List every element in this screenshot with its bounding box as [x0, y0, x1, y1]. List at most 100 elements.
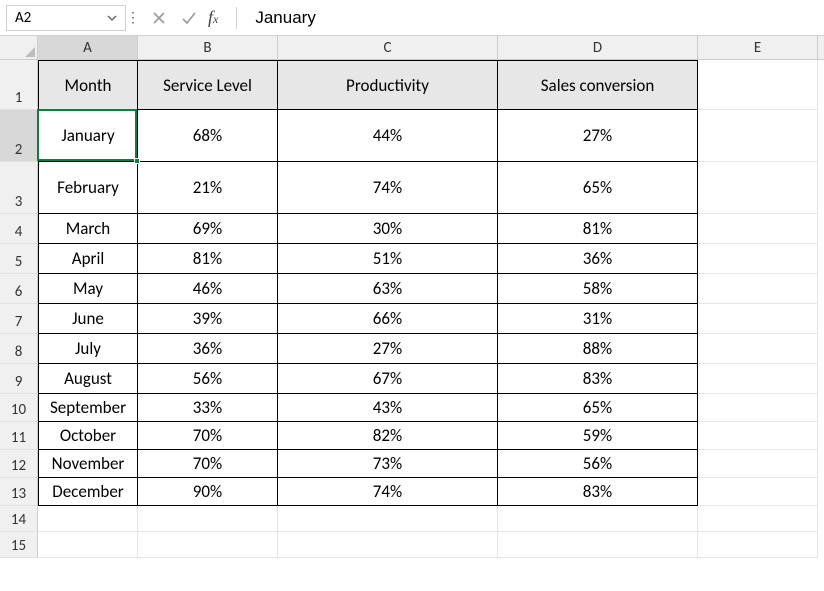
- cell-E10[interactable]: [698, 394, 818, 422]
- cell-E1[interactable]: [698, 60, 818, 110]
- cell-D7[interactable]: 31%: [498, 304, 698, 334]
- cell-D11[interactable]: 59%: [498, 422, 698, 450]
- cell-B2[interactable]: 68%: [138, 110, 278, 162]
- cell-C9[interactable]: 67%: [278, 364, 498, 394]
- row-header[interactable]: 6: [0, 274, 38, 304]
- cancel-icon[interactable]: [148, 7, 170, 29]
- formula-input[interactable]: [247, 5, 824, 31]
- cell-C1[interactable]: Productivity: [278, 60, 498, 110]
- cell-E14[interactable]: [698, 506, 818, 532]
- cell-A6[interactable]: May: [38, 274, 138, 304]
- vertical-dots-icon[interactable]: ⋮: [126, 9, 138, 26]
- col-header-D[interactable]: D: [498, 36, 698, 59]
- cell-D15[interactable]: [498, 532, 698, 558]
- cell-A9[interactable]: August: [38, 364, 138, 394]
- name-box[interactable]: A2: [6, 5, 126, 31]
- cell-D1[interactable]: Sales conversion: [498, 60, 698, 110]
- row-header[interactable]: 7: [0, 304, 38, 334]
- cell-C12[interactable]: 73%: [278, 450, 498, 478]
- row-header[interactable]: 15: [0, 532, 38, 558]
- chevron-down-icon[interactable]: [107, 13, 117, 23]
- cell-D4[interactable]: 81%: [498, 214, 698, 244]
- cell-E2[interactable]: [698, 110, 818, 162]
- cell-B15[interactable]: [138, 532, 278, 558]
- cell-B3[interactable]: 21%: [138, 162, 278, 214]
- cell-A12[interactable]: November: [38, 450, 138, 478]
- row-header[interactable]: 10: [0, 394, 38, 422]
- col-header-E[interactable]: E: [698, 36, 818, 59]
- cell-A3[interactable]: February: [38, 162, 138, 214]
- cell-B4[interactable]: 69%: [138, 214, 278, 244]
- cell-B6[interactable]: 46%: [138, 274, 278, 304]
- cell-D9[interactable]: 83%: [498, 364, 698, 394]
- row-header[interactable]: 9: [0, 364, 38, 394]
- cell-E13[interactable]: [698, 478, 818, 506]
- cell-D8[interactable]: 88%: [498, 334, 698, 364]
- cell-D14[interactable]: [498, 506, 698, 532]
- cell-C4[interactable]: 30%: [278, 214, 498, 244]
- fill-handle[interactable]: [134, 158, 140, 164]
- cell-E15[interactable]: [698, 532, 818, 558]
- cell-D2[interactable]: 27%: [498, 110, 698, 162]
- cell-A10[interactable]: September: [38, 394, 138, 422]
- cell-D10[interactable]: 65%: [498, 394, 698, 422]
- col-header-C[interactable]: C: [278, 36, 498, 59]
- cell-C15[interactable]: [278, 532, 498, 558]
- cell-C6[interactable]: 63%: [278, 274, 498, 304]
- cell-D12[interactable]: 56%: [498, 450, 698, 478]
- cell-C10[interactable]: 43%: [278, 394, 498, 422]
- row-header[interactable]: 12: [0, 450, 38, 478]
- cell-B12[interactable]: 70%: [138, 450, 278, 478]
- cell-E4[interactable]: [698, 214, 818, 244]
- row-header[interactable]: 2: [0, 110, 38, 162]
- row-header[interactable]: 8: [0, 334, 38, 364]
- cell-A13[interactable]: December: [38, 478, 138, 506]
- row-header[interactable]: 3: [0, 162, 38, 214]
- cell-C11[interactable]: 82%: [278, 422, 498, 450]
- cell-E7[interactable]: [698, 304, 818, 334]
- cell-D3[interactable]: 65%: [498, 162, 698, 214]
- cell-E6[interactable]: [698, 274, 818, 304]
- cell-B10[interactable]: 33%: [138, 394, 278, 422]
- cell-A5[interactable]: April: [38, 244, 138, 274]
- cell-A8[interactable]: July: [38, 334, 138, 364]
- cell-E11[interactable]: [698, 422, 818, 450]
- cell-B7[interactable]: 39%: [138, 304, 278, 334]
- cell-A14[interactable]: [38, 506, 138, 532]
- cell-A4[interactable]: March: [38, 214, 138, 244]
- cell-B8[interactable]: 36%: [138, 334, 278, 364]
- cell-D13[interactable]: 83%: [498, 478, 698, 506]
- cell-E8[interactable]: [698, 334, 818, 364]
- row-header[interactable]: 14: [0, 506, 38, 532]
- cell-C8[interactable]: 27%: [278, 334, 498, 364]
- cell-D5[interactable]: 36%: [498, 244, 698, 274]
- cell-E9[interactable]: [698, 364, 818, 394]
- col-header-B[interactable]: B: [138, 36, 278, 59]
- cell-A2[interactable]: January: [38, 110, 138, 162]
- cell-E3[interactable]: [698, 162, 818, 214]
- col-header-A[interactable]: A: [38, 36, 138, 59]
- row-header[interactable]: 11: [0, 422, 38, 450]
- cell-C5[interactable]: 51%: [278, 244, 498, 274]
- cell-D6[interactable]: 58%: [498, 274, 698, 304]
- select-all-corner[interactable]: [0, 36, 38, 59]
- cell-C3[interactable]: 74%: [278, 162, 498, 214]
- cell-B9[interactable]: 56%: [138, 364, 278, 394]
- cell-B11[interactable]: 70%: [138, 422, 278, 450]
- cell-C14[interactable]: [278, 506, 498, 532]
- fx-icon[interactable]: fx: [208, 7, 218, 28]
- cell-A15[interactable]: [38, 532, 138, 558]
- row-header[interactable]: 1: [0, 60, 38, 110]
- cell-B5[interactable]: 81%: [138, 244, 278, 274]
- cell-C13[interactable]: 74%: [278, 478, 498, 506]
- cell-A11[interactable]: October: [38, 422, 138, 450]
- cell-B13[interactable]: 90%: [138, 478, 278, 506]
- cell-B1[interactable]: Service Level: [138, 60, 278, 110]
- cell-B14[interactable]: [138, 506, 278, 532]
- row-header[interactable]: 5: [0, 244, 38, 274]
- cell-E12[interactable]: [698, 450, 818, 478]
- cell-A1[interactable]: Month: [38, 60, 138, 110]
- cell-A7[interactable]: June: [38, 304, 138, 334]
- row-header[interactable]: 4: [0, 214, 38, 244]
- row-header[interactable]: 13: [0, 478, 38, 506]
